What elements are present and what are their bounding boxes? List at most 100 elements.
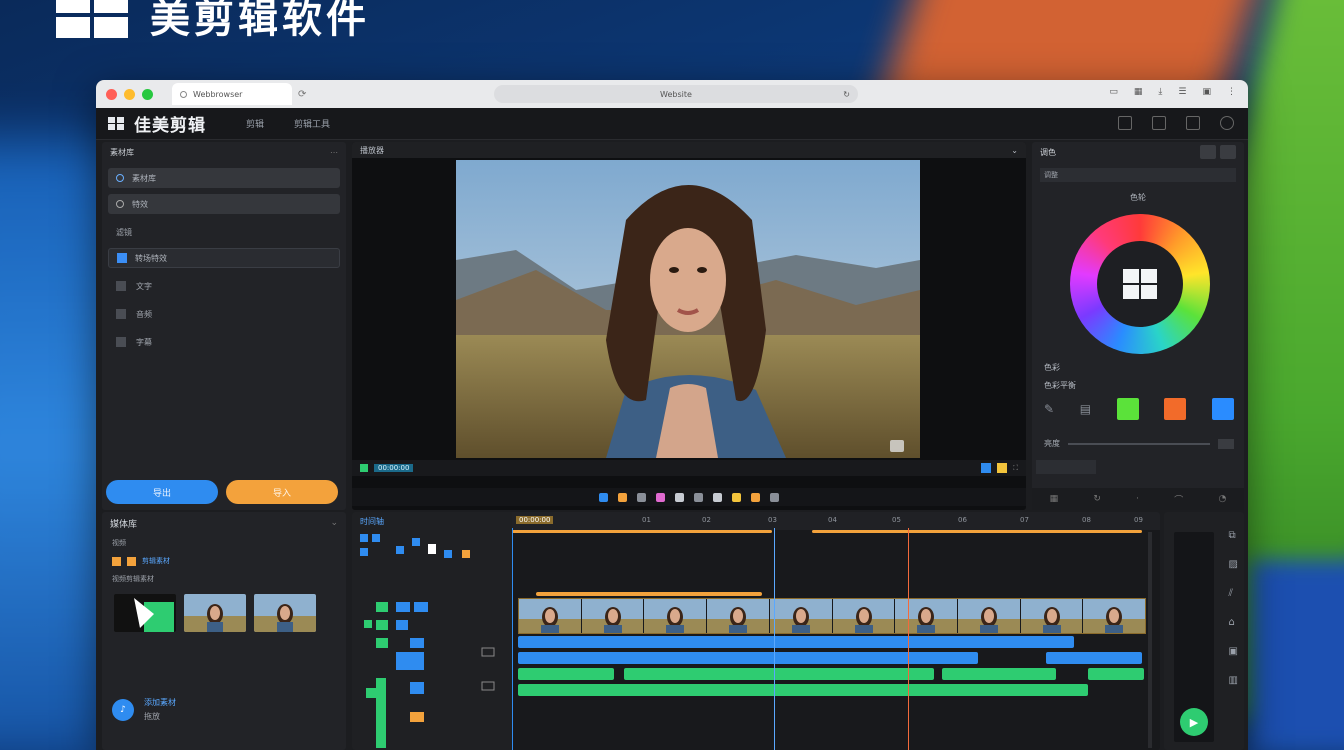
- slider-track[interactable]: [1068, 442, 1210, 445]
- slider-value-box[interactable]: [1218, 438, 1234, 449]
- sidebar-item-audio[interactable]: 音频: [108, 304, 340, 324]
- sidebar-item-library[interactable]: 素材库: [108, 168, 340, 188]
- menu-item-edit[interactable]: 剪辑: [246, 117, 264, 130]
- work-area-bar[interactable]: [812, 530, 1142, 533]
- color-icon[interactable]: [656, 492, 665, 502]
- crop-icon[interactable]: [599, 492, 608, 502]
- curve-icon[interactable]: ⌒: [1174, 493, 1183, 506]
- out-point-marker[interactable]: [908, 528, 909, 750]
- share-icon[interactable]: [1186, 116, 1200, 130]
- media-row[interactable]: 视频: [102, 534, 346, 552]
- split-icon[interactable]: ⫽: [1229, 588, 1238, 599]
- text-tool-icon[interactable]: [732, 492, 741, 502]
- audio-track-bar[interactable]: [942, 668, 1056, 680]
- extension-icon[interactable]: ▦: [1134, 87, 1143, 97]
- copy-icon[interactable]: ⧉: [1229, 530, 1238, 541]
- work-area-bar[interactable]: [512, 530, 772, 533]
- video-track-bar[interactable]: [1046, 652, 1142, 664]
- new-tab-icon[interactable]: ⟳: [298, 89, 306, 100]
- speed-icon[interactable]: [694, 492, 703, 502]
- timeline-title: 时间轴: [360, 517, 384, 526]
- video-clip[interactable]: [518, 598, 1146, 634]
- effect-icon[interactable]: [675, 492, 684, 502]
- sidebar-item-subtitles[interactable]: 字幕: [108, 332, 340, 352]
- rotate-icon[interactable]: ↻: [1093, 494, 1101, 504]
- delete-icon[interactable]: ▥: [1229, 675, 1238, 686]
- swatch-orange[interactable]: [1164, 398, 1187, 420]
- minimize-window-button[interactable]: [124, 88, 135, 100]
- layout-icon[interactable]: [1118, 116, 1132, 130]
- bookmark-icon[interactable]: ▭: [1109, 87, 1118, 97]
- time-ruler[interactable]: 00:00:00 01 02 03 04 05 06 07 08 09: [512, 512, 1160, 530]
- browser-tab[interactable]: Webbrowser: [172, 83, 292, 105]
- panel-option-icon[interactable]: [1200, 145, 1216, 159]
- download-icon[interactable]: ⤓: [1158, 87, 1162, 97]
- audio-track-bar[interactable]: [518, 668, 614, 680]
- audio-tool-icon[interactable]: [713, 492, 722, 502]
- swatch-blue[interactable]: [1211, 398, 1234, 420]
- close-window-button[interactable]: [106, 88, 117, 100]
- play-button[interactable]: ▶: [1180, 708, 1208, 736]
- preview-frame[interactable]: [456, 160, 920, 458]
- audio-marker-bar[interactable]: [536, 592, 762, 596]
- panel-options-icon[interactable]: ⋯: [330, 148, 338, 157]
- reset-icon[interactable]: ◔: [1219, 494, 1227, 504]
- settings-icon[interactable]: [1220, 116, 1234, 130]
- save-icon[interactable]: [1152, 116, 1166, 130]
- add-media[interactable]: ♪ 添加素材 拖放: [112, 696, 176, 724]
- panel-close-icon[interactable]: [1220, 145, 1236, 159]
- media-row[interactable]: 剪辑素材: [102, 552, 346, 570]
- trim-icon[interactable]: [618, 492, 627, 502]
- video-track-bar[interactable]: [518, 636, 1074, 648]
- media-thumbnail[interactable]: [254, 594, 316, 632]
- chevron-down-icon[interactable]: ⌄: [330, 518, 338, 528]
- grid-icon[interactable]: ▦: [1050, 494, 1059, 504]
- adjust-field[interactable]: 调整: [1040, 168, 1236, 182]
- chevron-down-icon[interactable]: ⌄: [1011, 146, 1018, 155]
- maximize-window-button[interactable]: [142, 88, 153, 100]
- marker-tool-icon[interactable]: ⌂: [1229, 617, 1238, 628]
- media-row[interactable]: 视频剪辑素材: [102, 570, 346, 588]
- timeline-grid[interactable]: 00:00:00 01 02 03 04 05 06 07 08 09: [512, 512, 1160, 750]
- export-frame-icon[interactable]: ▣: [1229, 646, 1238, 657]
- media-thumbnail[interactable]: [114, 594, 176, 632]
- address-bar[interactable]: Website ↻: [494, 85, 858, 103]
- image-icon[interactable]: ▨: [1229, 559, 1238, 570]
- brightness-slider[interactable]: 亮度: [1044, 438, 1234, 449]
- sidebar-item-filters[interactable]: 滤镜: [108, 222, 340, 242]
- palette-icon[interactable]: ▤: [1080, 402, 1091, 416]
- reload-icon[interactable]: ↻: [843, 90, 850, 99]
- record-icon[interactable]: [360, 464, 368, 472]
- clip-frame: [1020, 599, 1083, 633]
- sidebar-icon[interactable]: ▣: [1202, 87, 1211, 97]
- menu-item-tools[interactable]: 剪辑工具: [294, 117, 330, 130]
- profile-icon[interactable]: ☰: [1178, 87, 1186, 97]
- playhead[interactable]: [774, 528, 775, 750]
- dot-icon[interactable]: ·: [1136, 494, 1139, 504]
- fit-icon[interactable]: [981, 463, 992, 473]
- marker-icon[interactable]: [997, 463, 1008, 473]
- preset-field[interactable]: [1036, 460, 1096, 474]
- color-wheel[interactable]: [1070, 214, 1210, 354]
- more-tools-icon[interactable]: [770, 492, 779, 502]
- eyedropper-icon[interactable]: ✎: [1044, 402, 1054, 416]
- fullscreen-icon[interactable]: ⛶: [1013, 464, 1018, 473]
- sidebar-item-text[interactable]: 文字: [108, 276, 340, 296]
- audio-track-bar[interactable]: [518, 684, 1088, 696]
- menu-icon[interactable]: ⋮: [1227, 87, 1236, 97]
- media-thumbnail[interactable]: [184, 594, 246, 632]
- video-track-bar[interactable]: [518, 652, 978, 664]
- swatch-green[interactable]: [1116, 398, 1139, 420]
- browser-toolbar: ▭ ▦ ⤓ ☰ ▣ ⋮: [1109, 87, 1236, 97]
- import-button[interactable]: 导入: [226, 480, 338, 504]
- export-button[interactable]: 导出: [106, 480, 218, 504]
- cut-icon[interactable]: [637, 492, 646, 502]
- add-icon[interactable]: ♪: [112, 699, 134, 721]
- audio-track-bar[interactable]: [624, 668, 934, 680]
- audio-track-bar[interactable]: [1088, 668, 1144, 680]
- timeline-scrollbar[interactable]: [1148, 532, 1152, 748]
- sidebar-item-transitions[interactable]: 转场特效: [108, 248, 340, 268]
- sticker-icon[interactable]: [751, 492, 760, 502]
- sidebar-item-effects[interactable]: 特效: [108, 194, 340, 214]
- in-point-marker[interactable]: [512, 528, 513, 750]
